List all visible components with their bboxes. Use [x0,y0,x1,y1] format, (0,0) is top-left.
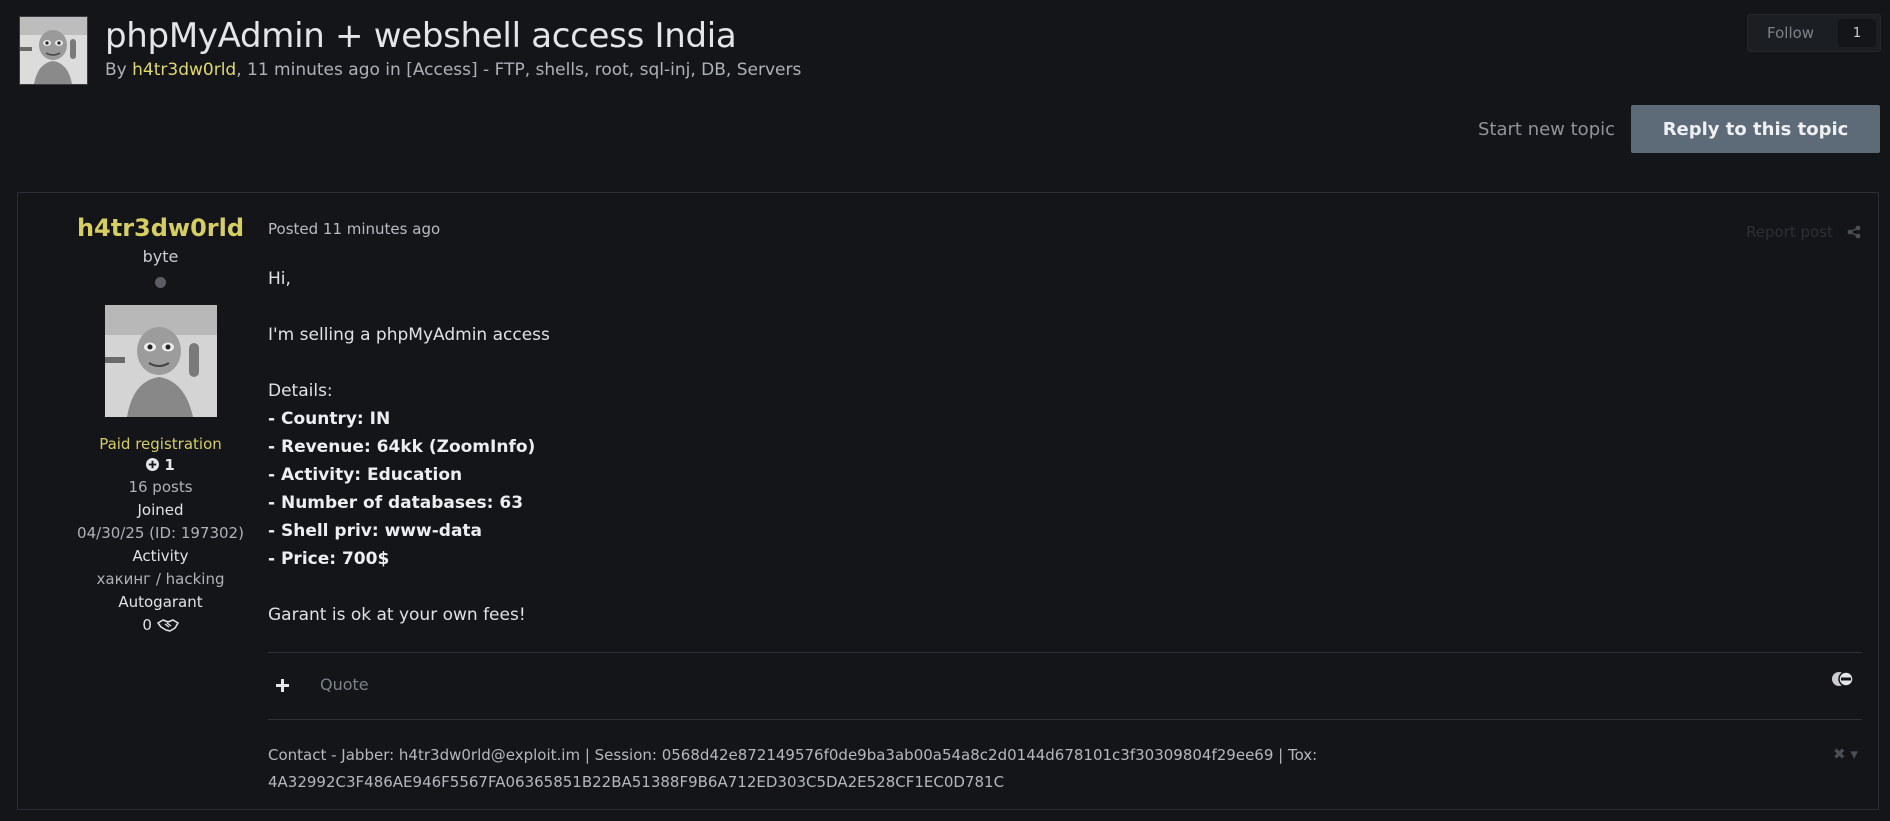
posted-time-link[interactable]: 11 minutes ago [323,220,440,238]
details-label: Details: [268,381,333,401]
posted-time: Posted 11 minutes ago [268,220,440,238]
multiquote-button[interactable] [276,673,289,697]
chevron-down-icon: ▾ [1850,745,1858,763]
topic-meta: By h4tr3dw0rld, 11 minutes ago in [Acces… [105,60,801,80]
post-content: Hi, I'm selling a phpMyAdmin access Deta… [268,265,550,629]
reaction-icon[interactable] [1831,671,1855,691]
post-closing: Garant is ok at your own fees! [268,605,526,625]
post-author-rank: byte [142,247,179,266]
joined-label: Joined [137,501,184,519]
report-post-link[interactable]: Report post [1746,223,1833,241]
topic-meta-suffix: , 11 minutes ago in [Access] - FTP, shel… [236,60,802,80]
signature-divider [268,719,1862,720]
post-author-panel: h4tr3dw0rld byte Paid registration 1 16 … [58,213,263,637]
online-status-icon [155,277,166,288]
quote-button[interactable]: Quote [320,675,369,694]
joined-value: 04/30/25 (ID: 197302) [77,524,244,542]
signature-options-button[interactable]: ✖ ▾ [1833,745,1858,763]
detail-line: - Number of databases: 63 [268,493,524,513]
plus-circle-icon [146,458,160,471]
follow-label: Follow [1767,24,1815,42]
reputation-value: 1 [164,456,175,474]
post-author-name[interactable]: h4tr3dw0rld [58,213,263,243]
follow-count: 1 [1838,19,1876,47]
signature-line: Contact - Jabber: h4tr3dw0rld@exploit.im… [268,746,1318,764]
activity-label: Activity [132,547,189,565]
autogarant-value: 0 [142,616,152,634]
share-icon[interactable] [1847,224,1861,243]
detail-line: - Country: IN [268,409,391,429]
post-container: h4tr3dw0rld byte Paid registration 1 16 … [17,192,1879,810]
detail-line: - Shell priv: www-data [268,521,483,541]
detail-line: - Activity: Education [268,465,463,485]
detail-line: - Revenue: 64kk (ZoomInfo) [268,437,536,457]
autogarant-row: 0 [58,614,263,637]
posted-prefix: Posted [268,220,323,238]
reply-to-topic-button[interactable]: Reply to this topic [1631,105,1880,153]
topic-author-avatar[interactable] [19,16,88,85]
topic-meta-by: By [105,60,133,80]
post-divider [268,652,1862,653]
detail-line: - Price: 700$ [268,549,390,569]
signature-line: 4A32992C3F486AE946F5567FA06365851B22BA51… [268,773,1005,791]
post-greeting: Hi, [268,269,291,289]
post-signature: Contact - Jabber: h4tr3dw0rld@exploit.im… [268,742,1317,796]
post-intro: I'm selling a phpMyAdmin access [268,325,550,345]
handshake-icon [156,619,179,632]
plus-icon [276,679,289,692]
post-author-group: Paid registration [99,435,222,453]
post-count: 16 posts [128,478,193,496]
topic-author-link[interactable]: h4tr3dw0rld [132,60,236,80]
reputation-badge: 1 [58,454,263,476]
close-icon: ✖ [1833,745,1846,763]
topic-title: phpMyAdmin + webshell access India [105,16,737,56]
post-author-avatar[interactable] [104,305,217,417]
autogarant-label: Autogarant [118,593,203,611]
activity-value: хакинг / hacking [96,570,225,588]
follow-button[interactable]: Follow 1 [1747,14,1881,52]
start-new-topic-button[interactable]: Start new topic [1478,119,1615,140]
